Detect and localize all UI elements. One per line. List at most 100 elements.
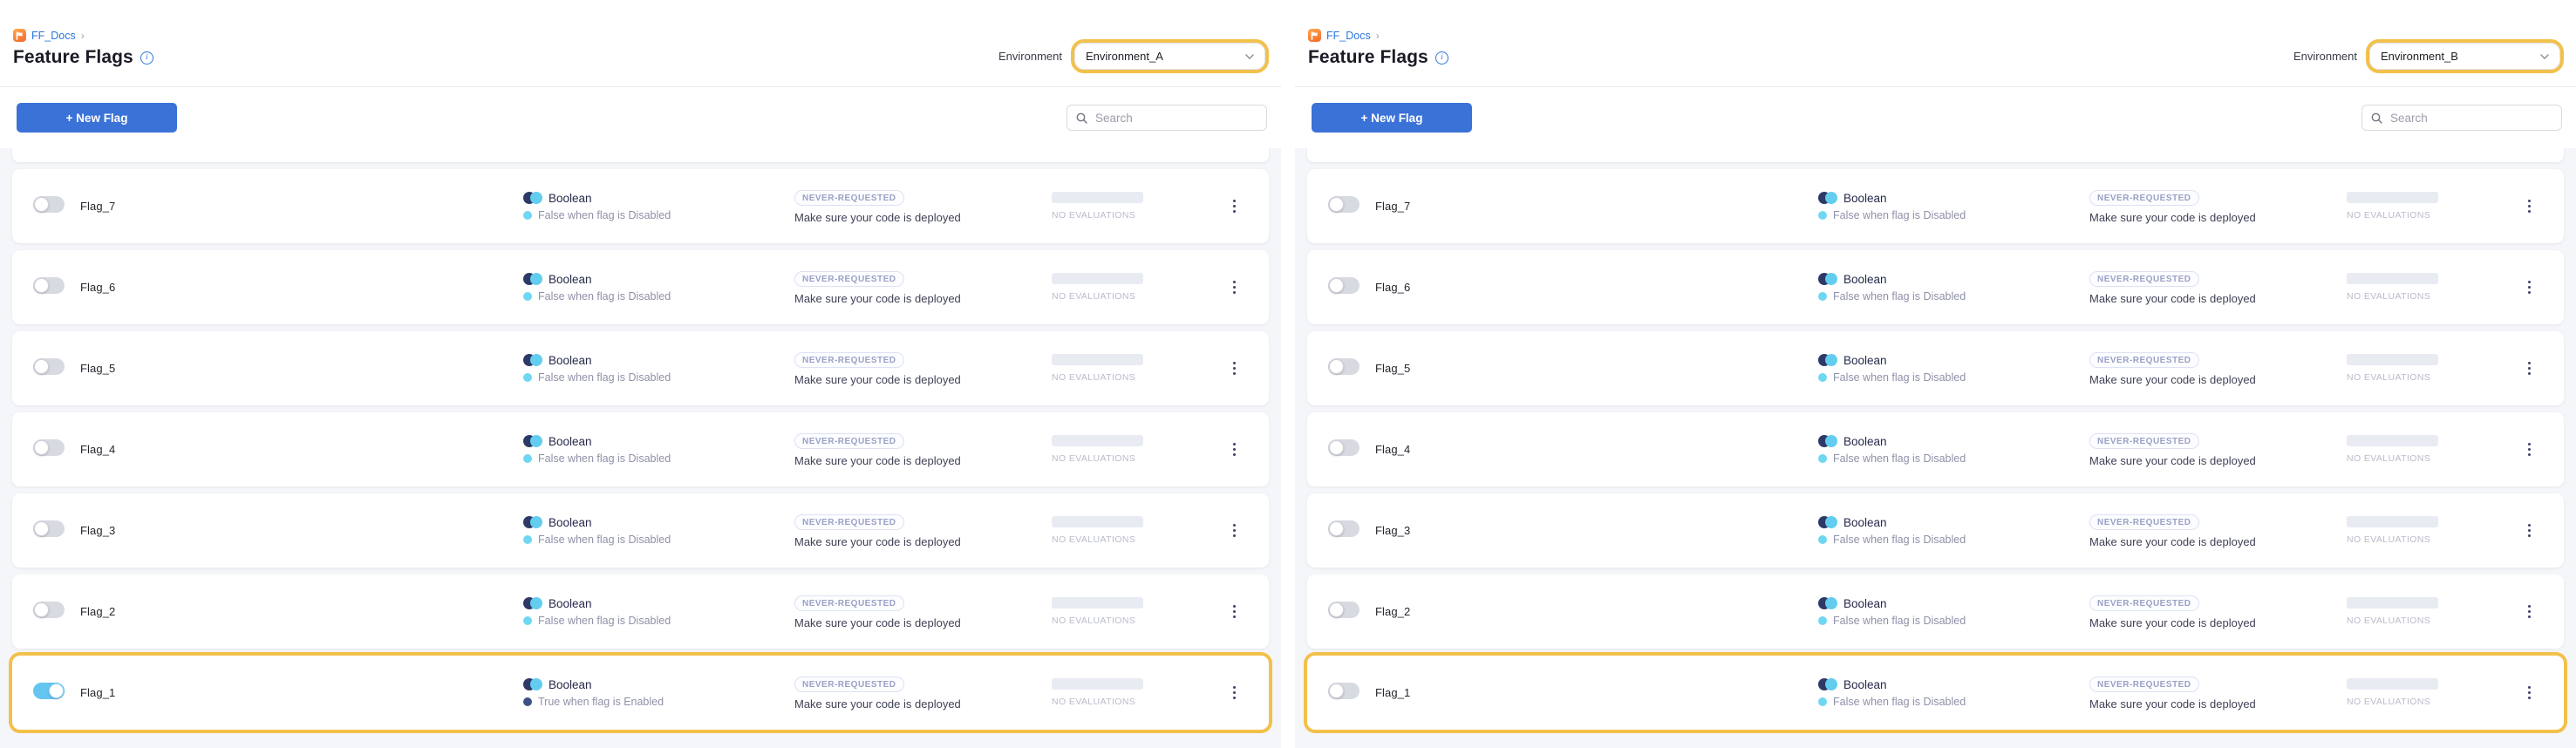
- flag-evaluations-cell: NO EVALUATIONS: [1052, 273, 1217, 302]
- row-menu-button[interactable]: [2526, 277, 2533, 298]
- evaluations-label: NO EVALUATIONS: [2347, 615, 2512, 626]
- default-rule-text: False when flag is Disabled: [1833, 452, 1966, 465]
- panel-header: FF_Docs › Feature Flags i Environment En…: [0, 0, 1281, 87]
- new-flag-button[interactable]: + New Flag: [17, 103, 177, 133]
- flag-toggle[interactable]: [33, 358, 65, 375]
- row-menu-button[interactable]: [1231, 520, 1238, 541]
- flag-toggle[interactable]: [1328, 439, 1360, 456]
- flag-name: Flag_3: [1375, 524, 1818, 537]
- flag-toggle[interactable]: [33, 277, 65, 294]
- flag-name: Flag_6: [1375, 281, 1818, 294]
- row-menu-button[interactable]: [2526, 683, 2533, 704]
- flag-type-label: Boolean: [549, 678, 592, 691]
- search-input[interactable]: [1094, 111, 1257, 126]
- breadcrumb-project-link[interactable]: FF_Docs: [31, 30, 76, 42]
- flag-name: Flag_5: [80, 362, 523, 375]
- flag-toggle[interactable]: [33, 602, 65, 618]
- status-badge: NEVER-REQUESTED: [794, 190, 904, 206]
- panel-toolbar: + New Flag: [1295, 87, 2576, 148]
- flag-toggle[interactable]: [1328, 683, 1360, 699]
- default-rule-dot: [1818, 616, 1827, 625]
- default-rule-text: False when flag is Disabled: [538, 371, 671, 384]
- flag-toggle[interactable]: [33, 196, 65, 213]
- status-badge: NEVER-REQUESTED: [794, 271, 904, 287]
- flag-type-cell: Boolean False when flag is Disabled: [523, 354, 794, 384]
- default-rule-dot: [523, 535, 532, 544]
- default-rule-text: False when flag is Disabled: [1833, 209, 1966, 221]
- flag-type-cell: Boolean False when flag is Disabled: [523, 597, 794, 627]
- evaluations-label: NO EVALUATIONS: [2347, 210, 2512, 221]
- flag-type-label: Boolean: [1843, 192, 1887, 205]
- flag-toggle[interactable]: [33, 439, 65, 456]
- flag-toggle-cell: [33, 358, 80, 379]
- flag-toggle-cell: [1328, 196, 1375, 217]
- default-rule-text: False when flag is Disabled: [538, 615, 671, 627]
- default-rule-dot: [523, 454, 532, 463]
- flag-type-cell: Boolean False when flag is Disabled: [1818, 435, 2089, 465]
- info-icon[interactable]: i: [1435, 51, 1448, 65]
- flag-type-cell: Boolean False when flag is Disabled: [1818, 597, 2089, 627]
- toggle-knob: [34, 278, 49, 293]
- new-flag-button[interactable]: + New Flag: [1312, 103, 1472, 133]
- flag-type-cell: Boolean False when flag is Disabled: [523, 516, 794, 546]
- environment-label: Environment: [998, 50, 1062, 63]
- evaluations-label: NO EVALUATIONS: [2347, 291, 2512, 302]
- status-hint: Make sure your code is deployed: [2089, 616, 2347, 629]
- evaluations-bar: [1052, 678, 1143, 690]
- row-menu-button[interactable]: [1231, 358, 1238, 379]
- evaluations-label: NO EVALUATIONS: [2347, 534, 2512, 545]
- row-menu-button[interactable]: [1231, 439, 1238, 460]
- row-menu-button[interactable]: [1231, 683, 1238, 704]
- status-badge: NEVER-REQUESTED: [2089, 677, 2199, 692]
- flag-status-cell: NEVER-REQUESTED Make sure your code is d…: [2089, 676, 2347, 711]
- row-menu-button[interactable]: [2526, 439, 2533, 460]
- flag-row: Flag_7 Boolean False when flag is Disabl…: [1307, 169, 2564, 243]
- evaluations-label: NO EVALUATIONS: [1052, 291, 1217, 302]
- default-rule-dot: [1818, 292, 1827, 301]
- flag-toggle[interactable]: [1328, 602, 1360, 618]
- flag-status-cell: NEVER-REQUESTED Make sure your code is d…: [794, 676, 1052, 711]
- environment-select[interactable]: Environment_A: [1074, 43, 1265, 70]
- flag-toggle[interactable]: [1328, 358, 1360, 375]
- row-menu-button[interactable]: [1231, 196, 1238, 217]
- search-icon: [2371, 112, 2382, 124]
- row-menu-button[interactable]: [1231, 602, 1238, 622]
- flag-row: Flag_5 Boolean False when flag is Disabl…: [12, 331, 1269, 405]
- status-hint: Make sure your code is deployed: [794, 211, 1052, 224]
- flag-status-cell: NEVER-REQUESTED Make sure your code is d…: [2089, 595, 2347, 629]
- default-rule-text: True when flag is Enabled: [538, 696, 664, 708]
- toggle-knob: [34, 602, 49, 617]
- flag-toggle[interactable]: [1328, 277, 1360, 294]
- environment-select[interactable]: Environment_B: [2369, 43, 2560, 70]
- flag-toggle[interactable]: [33, 520, 65, 537]
- flag-status-cell: NEVER-REQUESTED Make sure your code is d…: [794, 432, 1052, 467]
- boolean-type-icon: [1818, 354, 1837, 366]
- row-menu-button[interactable]: [2526, 196, 2533, 217]
- evaluations-label: NO EVALUATIONS: [1052, 697, 1217, 707]
- flag-toggle-cell: [1328, 439, 1375, 460]
- flag-name: Flag_6: [80, 281, 523, 294]
- default-rule-text: False when flag is Disabled: [1833, 615, 1966, 627]
- flag-type-cell: Boolean True when flag is Enabled: [523, 678, 794, 708]
- flag-row: Flag_7 Boolean False when flag is Disabl…: [12, 169, 1269, 243]
- status-hint: Make sure your code is deployed: [794, 616, 1052, 629]
- row-menu-button[interactable]: [2526, 602, 2533, 622]
- flag-evaluations-cell: NO EVALUATIONS: [1052, 354, 1217, 383]
- default-rule-dot: [523, 292, 532, 301]
- flag-row: Flag_1 Boolean False when flag is Disabl…: [1307, 656, 2564, 730]
- flag-toggle[interactable]: [33, 683, 65, 699]
- row-menu-button[interactable]: [1231, 277, 1238, 298]
- flag-evaluations-cell: NO EVALUATIONS: [2347, 516, 2512, 545]
- search-box: [1067, 105, 1267, 131]
- search-input[interactable]: [2389, 111, 2552, 126]
- search-icon: [1076, 112, 1087, 124]
- status-badge: NEVER-REQUESTED: [794, 352, 904, 368]
- row-menu-button[interactable]: [2526, 520, 2533, 541]
- breadcrumb-project-link[interactable]: FF_Docs: [1326, 30, 1371, 42]
- info-icon[interactable]: i: [140, 51, 153, 65]
- flag-toggle[interactable]: [1328, 520, 1360, 537]
- boolean-type-icon: [1818, 678, 1837, 690]
- flag-toggle[interactable]: [1328, 196, 1360, 213]
- flag-evaluations-cell: NO EVALUATIONS: [2347, 273, 2512, 302]
- row-menu-button[interactable]: [2526, 358, 2533, 379]
